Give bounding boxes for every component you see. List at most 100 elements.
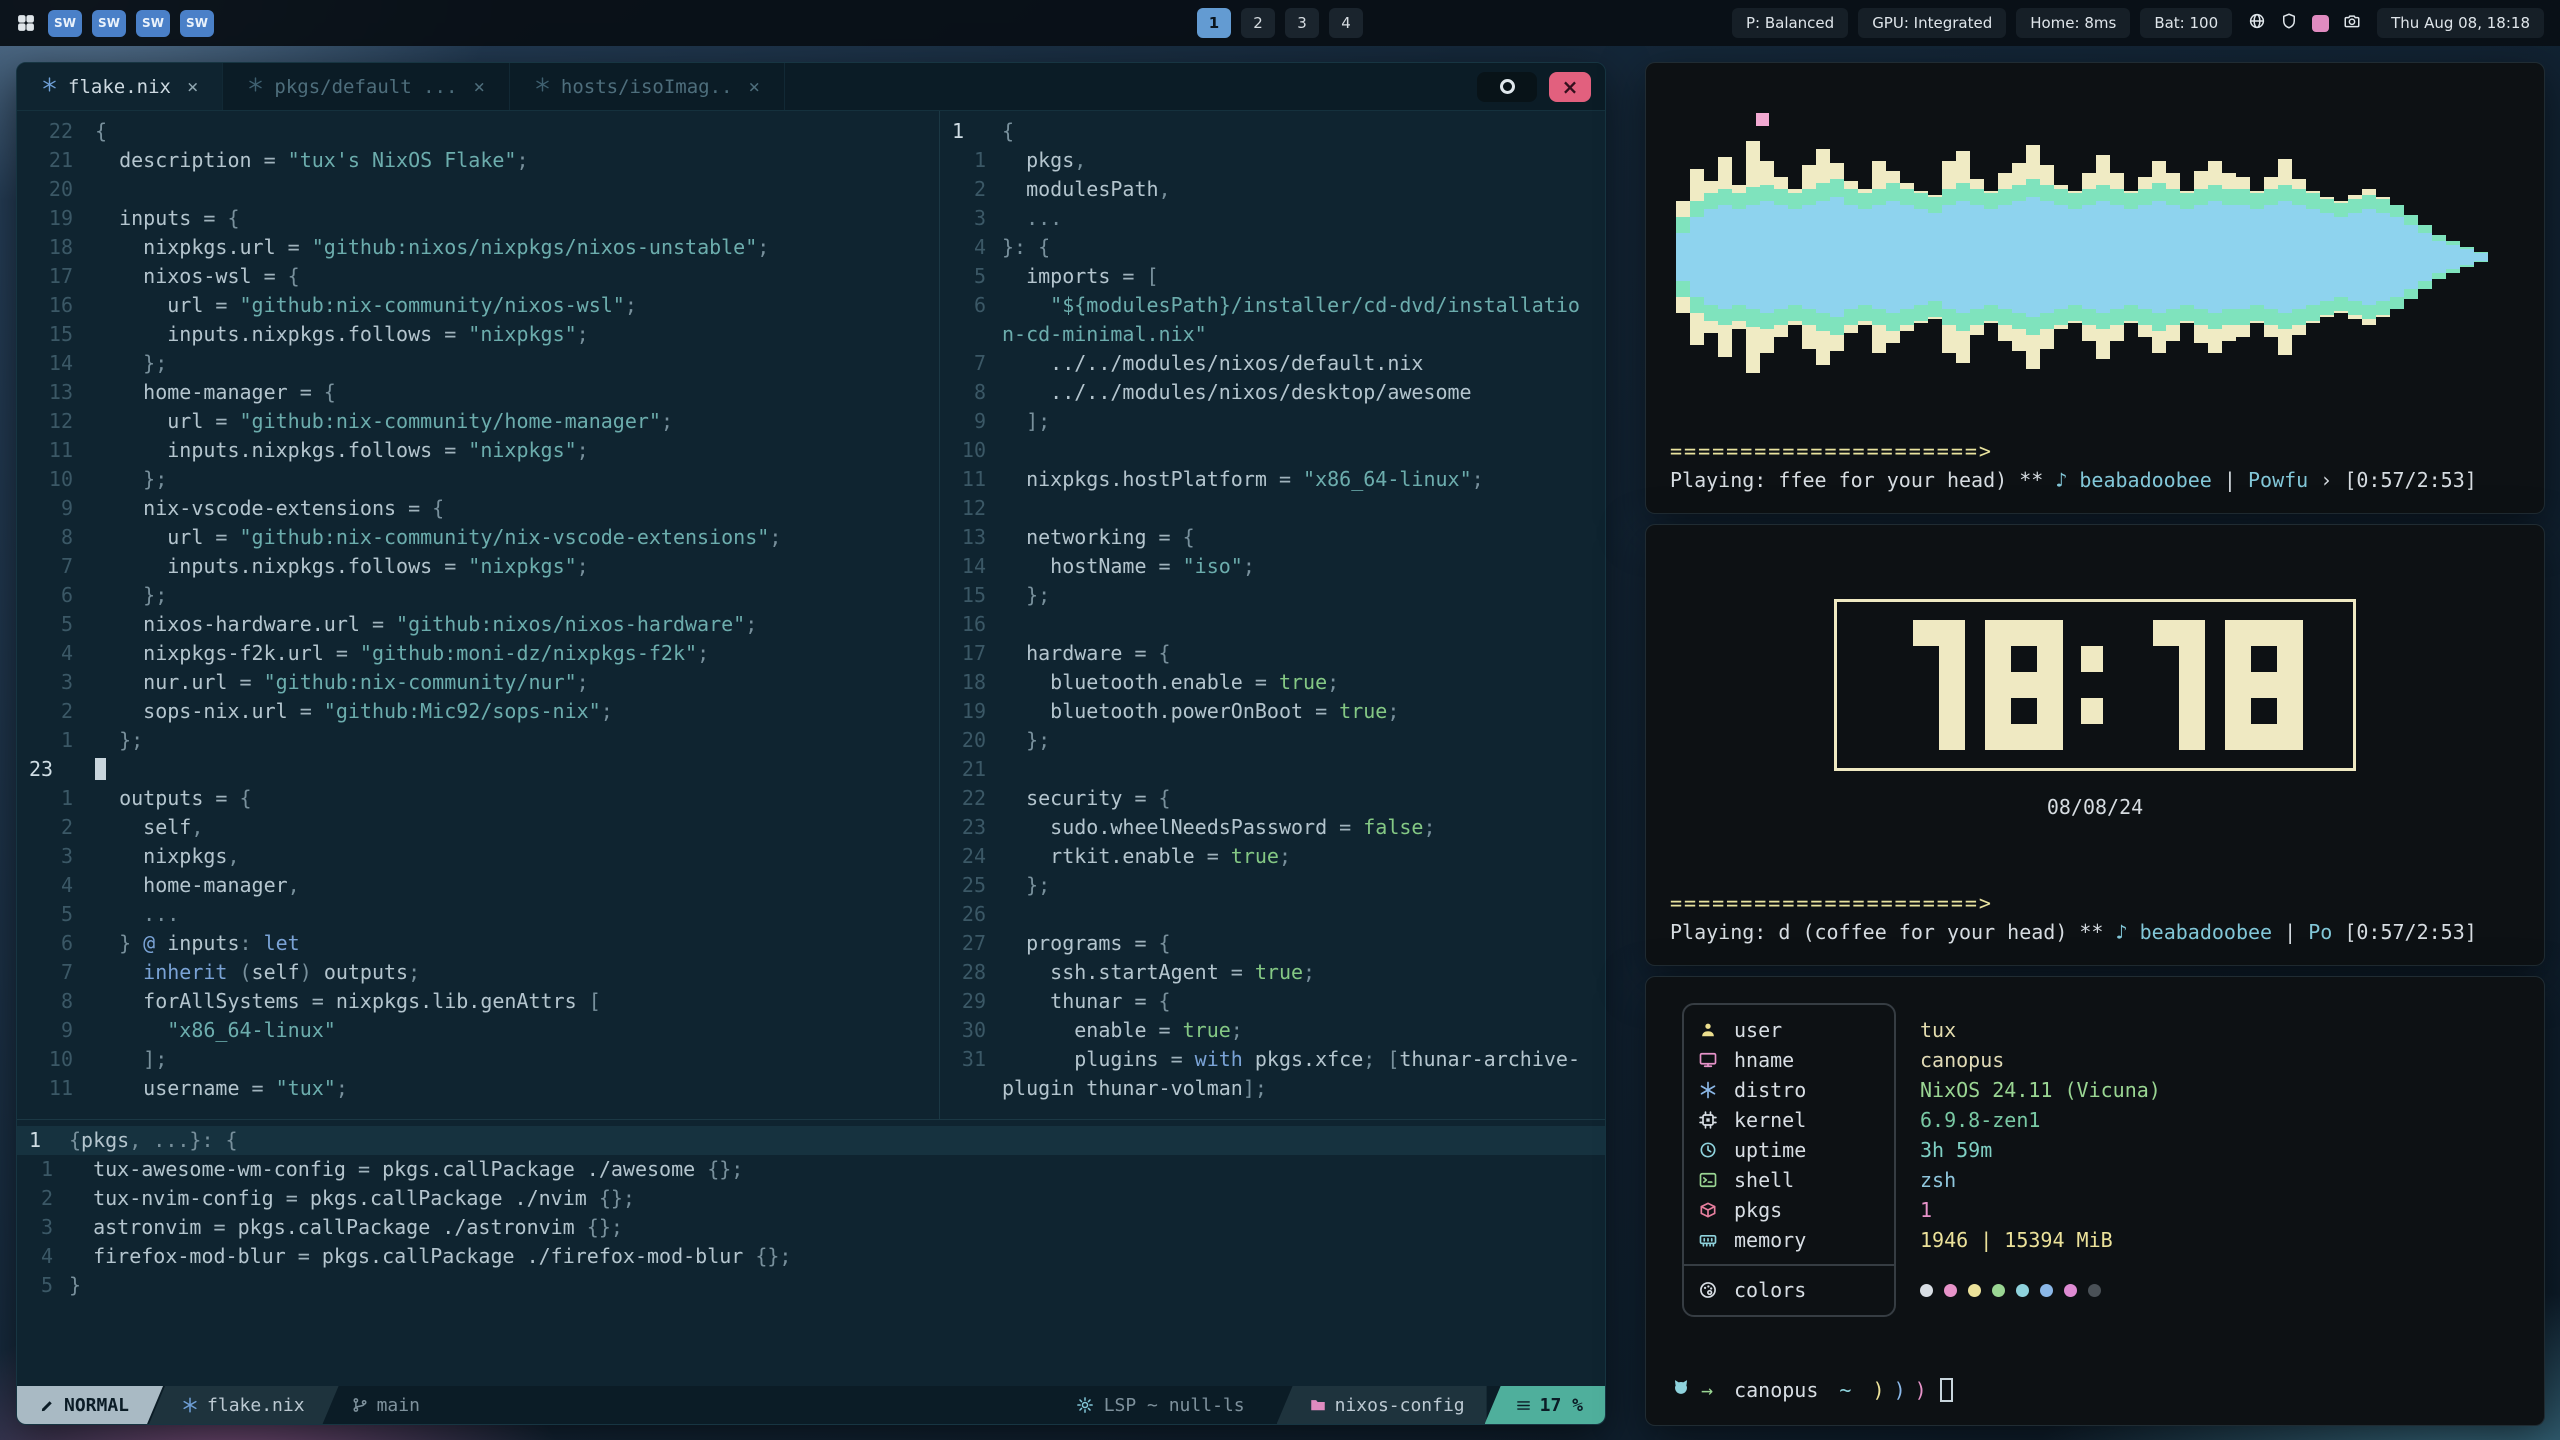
code-line: 3 nur.url = "github:nix-community/nur"; bbox=[17, 668, 939, 697]
lsp-label: LSP ~ null-ls bbox=[1104, 1395, 1245, 1416]
fetch-value-uptime: 3h 59m bbox=[1920, 1138, 1992, 1162]
lines-icon bbox=[1515, 1397, 1532, 1414]
clock-digit-8 bbox=[2225, 620, 2303, 750]
code-line: 22 security = { bbox=[940, 784, 1605, 813]
clock-digit-8 bbox=[1985, 620, 2063, 750]
code-line: 5 ... bbox=[17, 900, 939, 929]
code-line: 5 nixos-hardware.url = "github:nixos/nix… bbox=[17, 610, 939, 639]
workspace-chip[interactable]: SW bbox=[136, 10, 170, 37]
tab-label: flake.nix bbox=[68, 76, 171, 98]
lsp-status: LSP ~ null-ls bbox=[1054, 1386, 1267, 1424]
separator-line: ======================> bbox=[1670, 437, 2520, 465]
app-grid-icon[interactable] bbox=[16, 13, 36, 33]
system-fetch: usertuxhnamecanopusdistroNixOS 24.11 (Vi… bbox=[1682, 1015, 2520, 1305]
code-line: 1{pkgs, ...}: { bbox=[17, 1126, 1605, 1155]
workspace-chip[interactable]: SW bbox=[180, 10, 214, 37]
screenshot-icon[interactable] bbox=[2312, 15, 2329, 32]
code-line: 20 }; bbox=[940, 726, 1605, 755]
shell-prompt[interactable]: → canopus ~ ))) bbox=[1670, 1376, 2520, 1403]
workspace-chip[interactable]: SW bbox=[48, 10, 82, 37]
nix-file-icon bbox=[534, 76, 551, 98]
tab-close-icon[interactable]: × bbox=[187, 76, 198, 98]
code-line: 14 hostName = "iso"; bbox=[940, 552, 1605, 581]
code-line: 2 self, bbox=[17, 813, 939, 842]
color-dot bbox=[1992, 1284, 2005, 1297]
scroll-percent: 17 % bbox=[1485, 1386, 1605, 1424]
code-line: 14 }; bbox=[17, 349, 939, 378]
code-line: 9 "x86_64-linux" bbox=[17, 1016, 939, 1045]
globe-icon[interactable] bbox=[2248, 12, 2266, 34]
top-tab-4[interactable]: 4 bbox=[1329, 8, 1363, 38]
shield-icon[interactable] bbox=[2280, 12, 2298, 34]
code-line: 15 }; bbox=[940, 581, 1605, 610]
code-line: 26 bbox=[940, 900, 1605, 929]
fetch-value-shell: zsh bbox=[1920, 1168, 1956, 1192]
code-line: 11 nixpkgs.hostPlatform = "x86_64-linux"… bbox=[940, 465, 1605, 494]
code-line: 10 ]; bbox=[17, 1045, 939, 1074]
window-close-button[interactable]: × bbox=[1549, 72, 1591, 102]
code-line: 6 } @ inputs: let bbox=[17, 929, 939, 958]
code-line: 3 ... bbox=[940, 204, 1605, 233]
code-line: 17 nixos-wsl = { bbox=[17, 262, 939, 291]
code-line: 28 ssh.startAgent = true; bbox=[940, 958, 1605, 987]
branch-icon bbox=[351, 1396, 369, 1414]
code-line: 25 }; bbox=[940, 871, 1605, 900]
camera-icon[interactable] bbox=[2343, 12, 2361, 34]
code-line: 24 rtkit.enable = true; bbox=[940, 842, 1605, 871]
code-line: 6 }; bbox=[17, 581, 939, 610]
editor-pane-flake[interactable]: 22{21 description = "tux's NixOS Flake";… bbox=[17, 111, 940, 1119]
fetch-row-memory: memory1946 | 15394 MiB bbox=[1682, 1225, 2520, 1255]
editor-tab-flake-nix[interactable]: flake.nix × bbox=[17, 63, 223, 110]
fetch-value-distro: NixOS 24.11 (Vicuna) bbox=[1920, 1078, 2161, 1102]
top-tab-2[interactable]: 2 bbox=[1241, 8, 1275, 38]
editor-pane-pkgs[interactable]: 1{pkgs, ...}: {1 tux-awesome-wm-config =… bbox=[17, 1119, 1605, 1388]
terminal-cursor[interactable] bbox=[1940, 1378, 1953, 1402]
status-pill: GPU: Integrated bbox=[1858, 8, 2006, 38]
fetch-row-kernel: kernel6.9.8-zen1 bbox=[1682, 1105, 2520, 1135]
code-line: 11 username = "tux"; bbox=[17, 1074, 939, 1103]
code-line: 3 astronvim = pkgs.callPackage ./astronv… bbox=[17, 1213, 1605, 1242]
code-line: 29 thunar = { bbox=[940, 987, 1605, 1016]
window-tab-switcher: 1234 bbox=[1197, 8, 1363, 38]
code-line: 5} bbox=[17, 1271, 1605, 1300]
editor-tabbar: flake.nix×pkgs/default ...×hosts/isoImag… bbox=[17, 63, 1605, 111]
code-line: 21 description = "tux's NixOS Flake"; bbox=[17, 146, 939, 175]
nix-file-icon bbox=[247, 76, 264, 98]
code-line: 10 }; bbox=[17, 465, 939, 494]
code-line: 13 home-manager = { bbox=[17, 378, 939, 407]
tab-close-icon[interactable]: × bbox=[473, 76, 484, 98]
statusline: NORMAL flake.nix main LSP ~ null-ls nixo… bbox=[17, 1386, 1605, 1424]
clock-widget: Thu Aug 08, 18:18 bbox=[2377, 8, 2544, 38]
tab-close-icon[interactable]: × bbox=[748, 76, 759, 98]
fetch-row-distro: distroNixOS 24.11 (Vicuna) bbox=[1682, 1075, 2520, 1105]
code-line: 1 tux-awesome-wm-config = pkgs.callPacka… bbox=[17, 1155, 1605, 1184]
fetch-value-pkgs: 1 bbox=[1920, 1198, 1932, 1222]
color-dot bbox=[1944, 1284, 1957, 1297]
code-line: 19 inputs = { bbox=[17, 204, 939, 233]
code-line: 9 ]; bbox=[940, 407, 1605, 436]
editor-tab-hosts-isoImag-[interactable]: hosts/isoImag..× bbox=[510, 63, 785, 110]
gear-icon bbox=[1076, 1396, 1094, 1414]
code-line: 23 sudo.wheelNeedsPassword = false; bbox=[940, 813, 1605, 842]
folder-icon bbox=[1309, 1396, 1327, 1414]
code-line: 30 enable = true; bbox=[940, 1016, 1605, 1045]
top-tab-1[interactable]: 1 bbox=[1197, 8, 1231, 38]
code-line: 10 bbox=[940, 436, 1605, 465]
fetch-value-user: tux bbox=[1920, 1018, 1956, 1042]
code-line: 8 forAllSystems = nixpkgs.lib.genAttrs [ bbox=[17, 987, 939, 1016]
code-line: 2 sops-nix.url = "github:Mic92/sops-nix"… bbox=[17, 697, 939, 726]
code-line: 13 networking = { bbox=[940, 523, 1605, 552]
code-line: plugin thunar-volman]; bbox=[940, 1074, 1605, 1103]
color-dot bbox=[1968, 1284, 1981, 1297]
code-line: 6 "${modulesPath}/installer/cd-dvd/insta… bbox=[940, 291, 1605, 320]
buffer-toggle-button[interactable] bbox=[1477, 72, 1537, 102]
code-line: 23 bbox=[17, 755, 939, 784]
ram-icon bbox=[1698, 1230, 1734, 1250]
color-dot bbox=[1920, 1284, 1933, 1297]
code-line: 21 bbox=[940, 755, 1605, 784]
top-tab-3[interactable]: 3 bbox=[1285, 8, 1319, 38]
workspace-chip[interactable]: SW bbox=[92, 10, 126, 37]
audio-visualizer bbox=[1670, 81, 2520, 433]
editor-pane-iso[interactable]: 1{1 pkgs,2 modulesPath,3 ...4}: {5 impor… bbox=[940, 111, 1605, 1119]
editor-tab-pkgs-default-[interactable]: pkgs/default ...× bbox=[223, 63, 509, 110]
